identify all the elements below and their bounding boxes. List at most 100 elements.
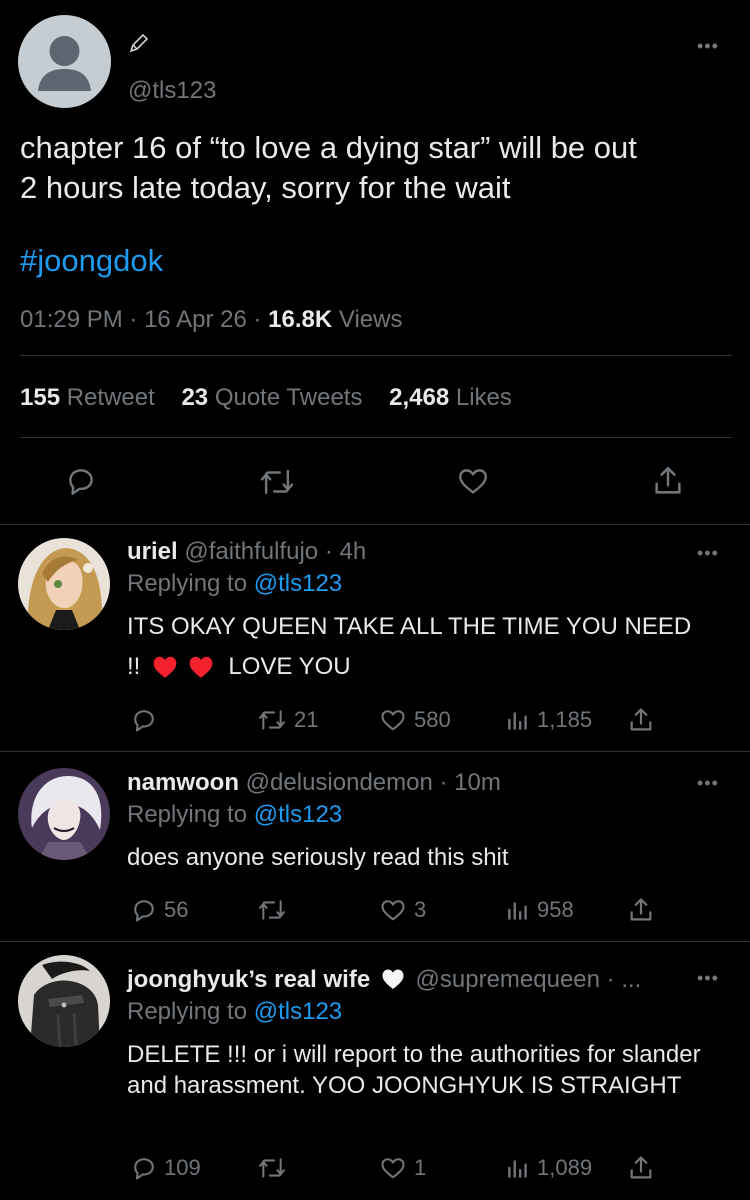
divider	[0, 941, 750, 942]
views-icon	[508, 1160, 527, 1178]
main-avatar[interactable]	[18, 15, 111, 108]
user-handle[interactable]: @faithfulfujo	[184, 538, 318, 565]
share-button[interactable]	[627, 896, 655, 924]
retweet-icon	[259, 710, 285, 730]
quotes-label: Quote Tweets	[214, 384, 363, 411]
more-icon[interactable]: •••	[697, 543, 719, 564]
likes-count: 2,468	[389, 384, 450, 411]
like-count: 3	[414, 897, 427, 922]
retweet-icon	[260, 469, 294, 495]
share-button[interactable]	[651, 463, 685, 499]
tweet-time: 01:29 PM	[20, 306, 123, 333]
tweet-stats: 155 Retweet 23 Quote Tweets 2,468 Likes	[20, 384, 532, 412]
like-icon	[381, 710, 405, 731]
divider	[20, 355, 732, 356]
retweet-icon	[259, 900, 285, 920]
reply-text-line: !! LOVE YOU	[127, 651, 737, 682]
reply-text: DELETE !!! or i will report to the autho…	[127, 1041, 701, 1099]
view-count: 1,185	[537, 707, 593, 732]
retweet-button[interactable]	[256, 897, 294, 923]
retweets-stat[interactable]: 155 Retweet	[20, 384, 155, 411]
tweet-meta: 01:29 PM · 16 Apr 26 · 16.8K Views	[20, 306, 402, 334]
anime-avatar-icon	[18, 538, 110, 630]
share-button[interactable]	[627, 706, 655, 734]
user-handle[interactable]: @delusiondemon	[246, 769, 433, 796]
anime-avatar-icon	[18, 768, 110, 860]
replying-to: Replying to @tls123	[127, 570, 342, 598]
like-button[interactable]: 580	[378, 706, 451, 734]
quotes-stat[interactable]: 23 Quote Tweets	[181, 384, 362, 411]
reply-icon	[69, 469, 93, 495]
display-name[interactable]: namwoon	[127, 769, 239, 796]
retweets-count: 155	[20, 384, 61, 411]
display-name[interactable]: joonghyuk’s real wife	[127, 966, 370, 993]
more-icon[interactable]: •••	[697, 773, 719, 794]
display-name[interactable]: uriel	[127, 538, 178, 565]
like-button[interactable]: 1	[378, 1154, 426, 1182]
reply-icon	[134, 710, 154, 732]
like-button[interactable]: 3	[378, 896, 426, 924]
pen-icon	[128, 32, 150, 54]
reply-text: does anyone seriously read this shit	[127, 844, 509, 871]
retweet-icon	[259, 1158, 285, 1178]
share-button[interactable]	[627, 1154, 655, 1182]
white-heart-icon	[381, 968, 405, 990]
reply-header: uriel @faithfulfujo · 4h	[127, 538, 366, 566]
main-handle[interactable]: @tls123	[128, 77, 216, 105]
quotes-count: 23	[181, 384, 209, 411]
reply-time: · 4h	[324, 538, 367, 565]
avatar[interactable]	[18, 768, 110, 860]
hashtag-link[interactable]: #joongdok	[20, 243, 163, 279]
reply-button[interactable]	[64, 464, 98, 498]
like-count: 580	[414, 707, 451, 732]
views-button[interactable]: 958	[505, 897, 574, 923]
views-count: 16.8K	[268, 306, 333, 333]
reply-header: namwoon @delusiondemon · 10m	[127, 769, 501, 797]
reply-icon	[134, 900, 154, 922]
avatar[interactable]	[18, 955, 110, 1047]
retweet-button[interactable]: 21	[256, 707, 318, 733]
retweet-button[interactable]	[256, 1155, 294, 1181]
replying-label: Replying to	[127, 998, 248, 1025]
share-icon	[655, 466, 681, 494]
heart-emoji-icon	[153, 656, 177, 678]
mention-link[interactable]: @tls123	[254, 801, 342, 828]
divider	[0, 524, 750, 525]
more-icon[interactable]: •••	[697, 36, 719, 57]
retweet-count: 21	[294, 707, 319, 732]
mention-link[interactable]: @tls123	[254, 998, 342, 1025]
default-avatar-icon	[38, 36, 91, 91]
likes-label: Likes	[455, 384, 512, 411]
retweet-button[interactable]	[258, 465, 296, 499]
reply-text-line: ITS OKAY QUEEN TAKE ALL THE TIME YOU NEE…	[127, 613, 692, 640]
meta-separator: ·	[253, 306, 269, 333]
replying-to: Replying to @tls123	[127, 801, 342, 829]
view-count: 958	[537, 897, 574, 922]
reply-button[interactable]	[130, 706, 164, 734]
reply-count: 56	[164, 897, 189, 922]
like-button[interactable]	[455, 464, 491, 498]
reply-icon	[134, 1158, 154, 1180]
avatar[interactable]	[18, 538, 110, 630]
user-handle[interactable]: @supremequeen · ...	[416, 966, 642, 993]
views-button[interactable]: 1,089	[505, 1155, 592, 1181]
retweets-label: Retweet	[66, 384, 155, 411]
views-button[interactable]: 1,185	[505, 707, 592, 733]
likes-stat[interactable]: 2,468 Likes	[389, 384, 512, 411]
reply-button[interactable]: 56	[130, 896, 188, 924]
reply-text-start: !!	[127, 653, 141, 680]
like-count: 1	[414, 1155, 427, 1180]
reply-text: ITS OKAY QUEEN TAKE ALL THE TIME YOU NEE…	[127, 611, 737, 682]
more-icon[interactable]: •••	[697, 968, 719, 989]
reply-button[interactable]: 109	[130, 1154, 201, 1182]
reply-header: joonghyuk’s real wife @supremequeen · ..…	[127, 966, 641, 994]
heart-emoji-icon	[189, 656, 213, 678]
share-icon	[630, 898, 652, 921]
anime-avatar-icon	[18, 955, 110, 1047]
mention-link[interactable]: @tls123	[254, 570, 342, 597]
views-label: Views	[338, 306, 403, 333]
divider	[20, 437, 732, 438]
share-icon	[630, 708, 652, 731]
meta-separator: ·	[129, 306, 145, 333]
reply-text-end: LOVE YOU	[228, 653, 351, 680]
